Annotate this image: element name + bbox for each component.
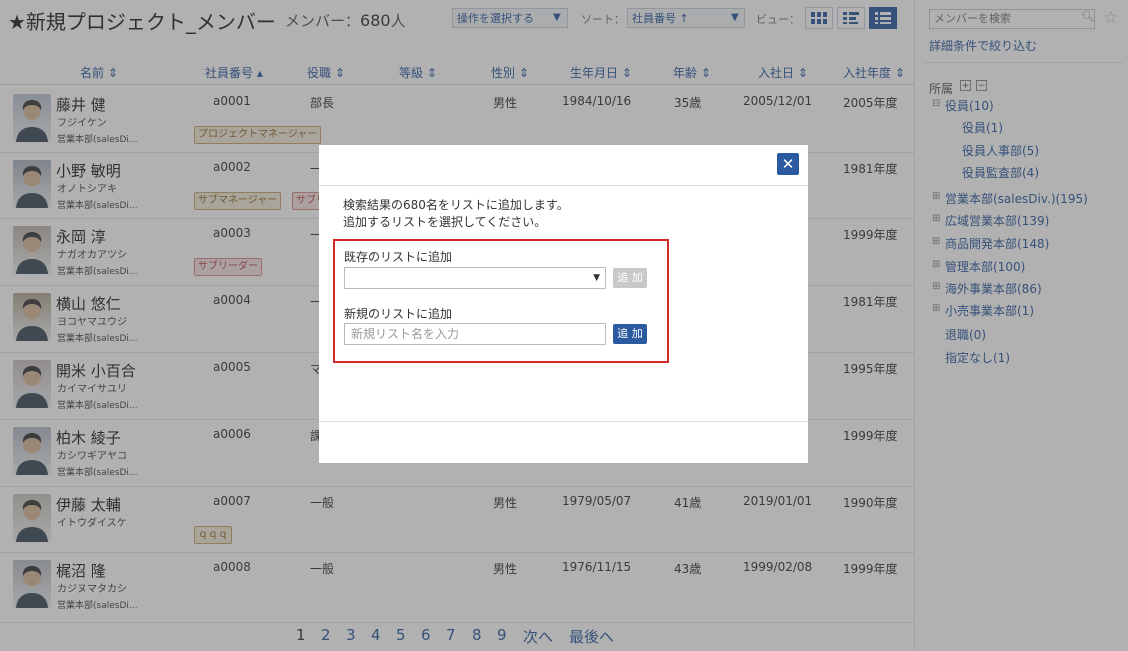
chevron-down-icon: ▼ <box>593 273 600 283</box>
new-list-name-input[interactable] <box>344 323 606 345</box>
new-list-label: 新規のリストに追加 <box>344 307 453 321</box>
existing-list-label: 既存のリストに追加 <box>344 250 453 264</box>
dialog-message-line1: 検索結果の680名をリストに追加します。 <box>343 198 569 212</box>
new-list-add-button[interactable]: 追 加 <box>613 324 647 344</box>
app-root: ★新規プロジェクト_メンバー メンバー：680人 操作を選択する ▼ ソート： … <box>0 0 1128 651</box>
divider <box>319 421 808 422</box>
close-icon[interactable]: ✕ <box>777 153 799 175</box>
existing-list-add-button[interactable]: 追 加 <box>613 268 647 288</box>
add-to-list-section: 既存のリストに追加 ▼ 追 加 新規のリストに追加 追 加 <box>333 239 669 363</box>
add-to-list-dialog: ✕ 検索結果の680名をリストに追加します。 追加するリストを選択してください。… <box>319 145 808 463</box>
divider <box>319 185 808 186</box>
dialog-message-line2: 追加するリストを選択してください。 <box>343 215 547 229</box>
existing-list-select[interactable]: ▼ <box>344 267 606 289</box>
